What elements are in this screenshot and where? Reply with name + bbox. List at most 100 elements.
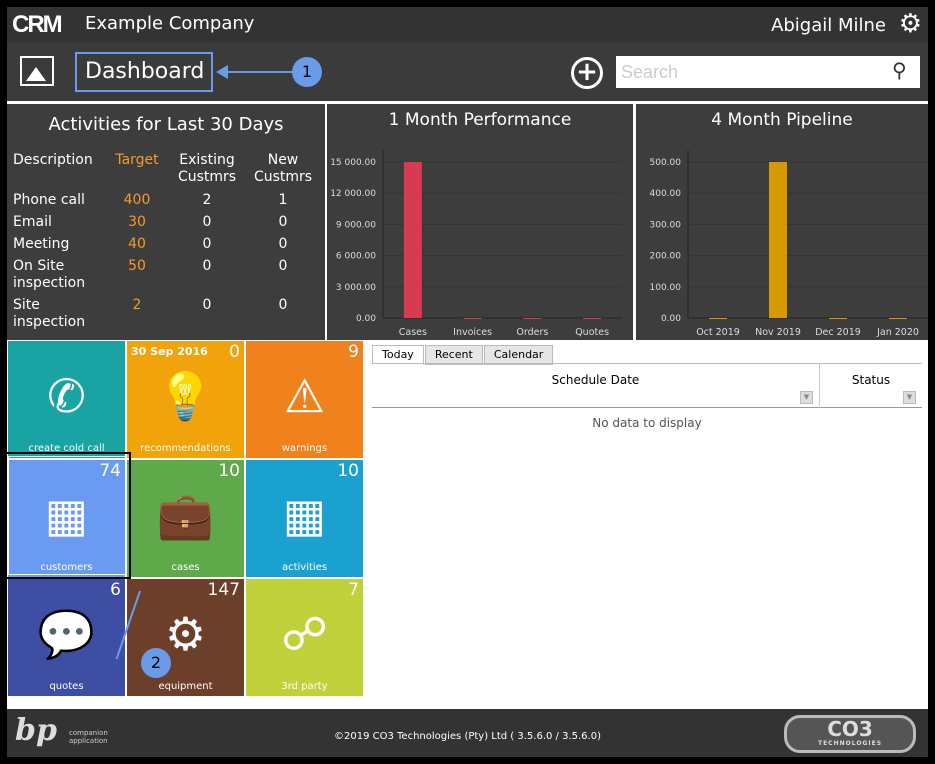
tile-label: quotes (49, 681, 84, 692)
bar (889, 318, 907, 319)
col-status[interactable]: Status ▼ (820, 364, 922, 408)
warning-icon: ⚠ (283, 369, 326, 423)
co3-logo: CO3 TECHNOLOGIES (784, 715, 916, 753)
tile-grid: ✆ create cold call 💡 0 30 Sep 2016 recommenda… (4, 341, 363, 696)
tile-date: 30 Sep 2016 (131, 345, 208, 358)
bar (523, 318, 542, 319)
tab-today[interactable]: Today (372, 345, 424, 365)
activity-existing: 2 (202, 192, 212, 208)
tile-count: 7 (348, 580, 359, 600)
tile-label: cases (171, 562, 200, 573)
y-tick-label: 12 000.00 (330, 189, 376, 199)
bar (769, 162, 787, 318)
image-icon[interactable] (20, 56, 54, 86)
tile-count: 74 (99, 461, 121, 481)
activity-target: 400 (123, 192, 151, 208)
activity-row: Email 30 0 0 (13, 214, 315, 236)
col-new: New Custmrs (253, 152, 313, 185)
tile-activities[interactable]: ▦ 10 activities (246, 460, 363, 577)
tile-label: customers (40, 562, 93, 573)
tile-quotes[interactable]: 💬 6 quotes (8, 579, 125, 696)
activity-new: 1 (278, 192, 288, 208)
tile-label: 3rd party (281, 681, 328, 692)
activity-row: Site inspection 2 0 0 (13, 297, 315, 336)
tile-3rd-party[interactable]: ☍ 7 3rd party (246, 579, 363, 696)
user-name[interactable]: Abigail Milne (771, 15, 886, 36)
search-input[interactable] (616, 56, 920, 88)
y-tick-label: 3 000.00 (336, 283, 376, 293)
tile-label: recommendations (140, 443, 231, 454)
activity-description: Site inspection (13, 297, 86, 330)
activity-new: 0 (278, 214, 288, 230)
x-tick-label: Quotes (575, 327, 609, 338)
col-target: Target (115, 152, 159, 168)
column-label: Schedule Date (551, 373, 640, 387)
tile-customers[interactable]: ▦ 74 customers (8, 460, 125, 577)
x-tick-label: Jan 2020 (876, 327, 919, 338)
tile-recommendations[interactable]: 💡 0 30 Sep 2016 recommendations (127, 341, 244, 458)
empty-message: No data to display (592, 416, 702, 430)
y-tick-label: 9 000.00 (336, 220, 376, 230)
share-icon: ☍ (281, 607, 328, 661)
activity-row: Meeting 40 0 0 (13, 236, 315, 258)
toolbar: Dashboard 1 + ⚲ (7, 43, 928, 101)
y-tick-label: 0.00 (661, 314, 681, 324)
activity-existing: 0 (202, 258, 212, 274)
app: CRM Example Company Abigail Milne ⚙ Dash… (4, 7, 928, 757)
tile-count: 9 (348, 342, 359, 362)
callout-badge-1: 1 (292, 57, 322, 87)
tile-label: warnings (281, 443, 328, 454)
tile-label: activities (281, 562, 328, 573)
x-tick-label: Invoices (453, 327, 492, 338)
tile-cases[interactable]: 💼 10 cases (127, 460, 244, 577)
tile-label: equipment (158, 681, 213, 692)
schedule-grid: Schedule Date ▼ Status ▼ No data to displa… (372, 363, 922, 430)
bar (829, 318, 847, 319)
x-tick-label: Dec 2019 (815, 327, 861, 338)
activity-existing: 0 (202, 236, 212, 252)
tile-equipment[interactable]: ⚙ 147 equipment (127, 579, 244, 696)
activities-table: Description Target Existing Custmrs New … (13, 152, 315, 336)
gear-icon[interactable]: ⚙ (899, 9, 922, 39)
x-tick-label: Cases (399, 327, 427, 338)
crm-logo[interactable]: CRM (12, 11, 63, 39)
y-tick-label: 0.00 (356, 314, 376, 324)
col-schedule-date[interactable]: Schedule Date ▼ (372, 364, 820, 408)
top-bar: CRM Example Company Abigail Milne ⚙ (7, 7, 928, 43)
briefcase-icon: 💼 (156, 488, 215, 542)
col-existing: Existing Custmrs (177, 152, 237, 185)
chart-title: 1 Month Performance (388, 110, 572, 130)
activity-new: 0 (278, 236, 288, 252)
x-tick-label: Orders (516, 327, 548, 338)
activity-target: 40 (128, 236, 146, 252)
callout-badge-2: 2 (141, 648, 171, 678)
tab-recent[interactable]: Recent (424, 345, 483, 365)
tile-label: create cold call (28, 443, 105, 454)
activity-target: 30 (128, 214, 146, 230)
lightbulb-icon: 💡 (156, 369, 215, 423)
filter-icon[interactable]: ▼ (800, 391, 813, 404)
column-label: Status (851, 373, 891, 387)
tile-warnings[interactable]: ⚠ 9 warnings (246, 341, 363, 458)
calendar-icon: ▦ (282, 488, 327, 542)
search-icon[interactable]: ⚲ (892, 58, 907, 82)
activity-new: 0 (278, 258, 288, 274)
add-icon[interactable]: + (571, 57, 603, 89)
tab-calendar[interactable]: Calendar (483, 345, 554, 365)
company-name: Example Company (85, 13, 255, 34)
y-tick-label: 6 000.00 (336, 252, 376, 262)
y-tick-label: 300.00 (650, 220, 682, 230)
activity-target: 50 (128, 258, 146, 274)
tile-count: 10 (218, 461, 240, 481)
schedule-panel: Today Recent Calendar Schedule Date ▼ Statu… (370, 343, 922, 703)
activity-row: Phone call 400 2 1 (13, 192, 315, 214)
col-description: Description (13, 152, 93, 168)
activities-title: Activities for Last 30 Days (48, 114, 284, 135)
y-tick-label: 500.00 (650, 158, 682, 168)
tile-count: 6 (110, 580, 121, 600)
activity-description: Phone call (13, 192, 85, 208)
tile-create-cold-call[interactable]: ✆ create cold call (8, 341, 125, 458)
tile-count: 0 (229, 342, 240, 362)
activities-panel: Activities for Last 30 Days Description … (7, 104, 325, 340)
filter-icon[interactable]: ▼ (903, 391, 916, 404)
